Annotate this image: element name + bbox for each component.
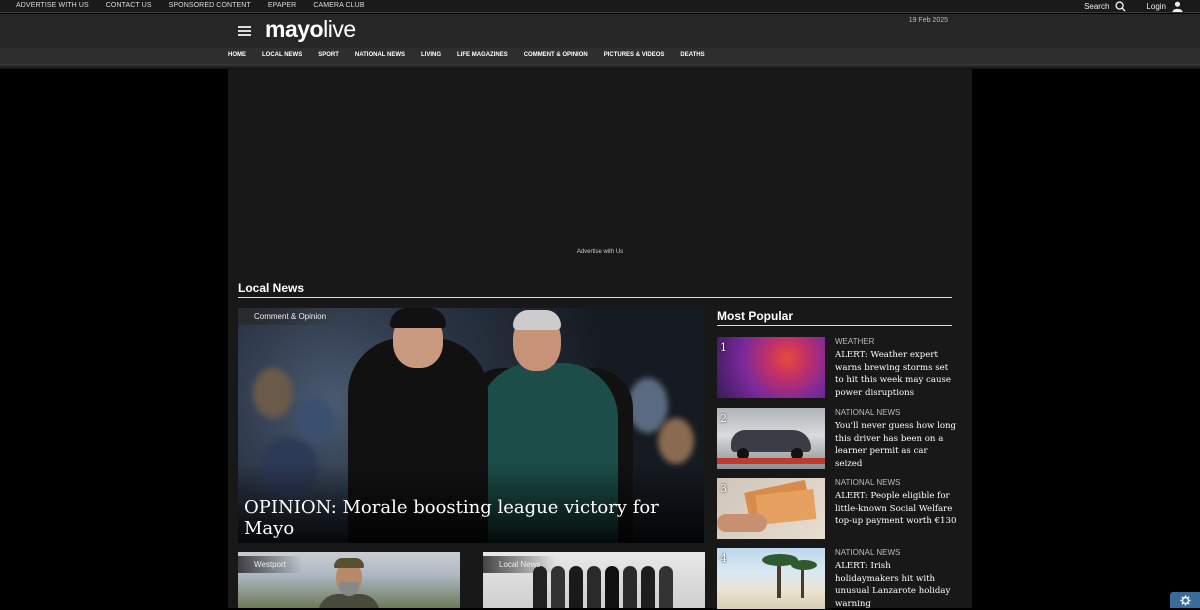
nav-local-news[interactable]: LOCAL NEWS [262, 52, 302, 58]
nav-deaths[interactable]: DEATHS [680, 52, 704, 58]
popular-headline[interactable]: You'll never guess how long this driver … [835, 420, 957, 470]
most-popular-heading: Most Popular [717, 309, 952, 326]
main-navigation: HOME LOCAL NEWS SPORT NATIONAL NEWS LIVI… [0, 48, 1200, 64]
popular-headline[interactable]: ALERT: Irish holidaymakers hit with unus… [835, 560, 957, 610]
utility-links: ADVERTISE WITH US CONTACT US SPONSORED C… [16, 2, 382, 9]
popular-item[interactable]: 4 NATIONAL NEWS ALERT: Irish holidaymake… [717, 548, 957, 610]
nav-pictures-videos[interactable]: PICTURES & VIDEOS [604, 52, 665, 58]
article-card-westport[interactable]: Westport [238, 552, 460, 608]
nav-sport[interactable]: SPORT [318, 52, 339, 58]
nav-comment-opinion[interactable]: COMMENT & OPINION [524, 52, 588, 58]
card-category-tag[interactable]: Westport [238, 556, 302, 573]
popular-thumbnail-car[interactable]: 2 [717, 408, 825, 469]
popular-thumbnail-weather-map[interactable]: 1 [717, 337, 825, 398]
popular-thumbnail-banknotes[interactable]: 3 [717, 478, 825, 539]
article-card-local-news[interactable]: Local News [483, 552, 705, 608]
popular-item[interactable]: 1 WEATHER ALERT: Weather expert warns br… [717, 337, 957, 399]
logo-bold-text: mayo [265, 16, 323, 42]
site-header: mayolive 19 Feb 2025 [0, 14, 1200, 48]
sponsored-content-link[interactable]: SPONSORED CONTENT [169, 2, 251, 9]
nav-national-news[interactable]: NATIONAL NEWS [355, 52, 405, 58]
advertise-link[interactable]: ADVERTISE WITH US [16, 2, 89, 9]
popular-headline[interactable]: ALERT: People eligible for little-known … [835, 490, 957, 528]
popular-thumbnail-beach[interactable]: 4 [717, 548, 825, 609]
contact-link[interactable]: CONTACT US [106, 2, 152, 9]
popular-rank: 4 [720, 552, 727, 565]
header-date: 19 Feb 2025 [909, 17, 948, 24]
epaper-link[interactable]: EPAPER [268, 2, 296, 9]
nav-living[interactable]: LIVING [421, 52, 441, 58]
card-category-tag[interactable]: Local News [483, 556, 556, 573]
popular-rank: 1 [720, 341, 727, 354]
popular-category[interactable]: WEATHER [835, 337, 957, 346]
login-label[interactable]: Login [1146, 2, 1166, 11]
logo-light-text: live [323, 16, 356, 42]
popular-category[interactable]: NATIONAL NEWS [835, 548, 957, 557]
nav-home[interactable]: HOME [228, 52, 246, 58]
search-icon[interactable] [1115, 1, 1126, 12]
settings-gear-icon[interactable] [1170, 592, 1200, 608]
top-utility-bar: ADVERTISE WITH US CONTACT US SPONSORED C… [0, 0, 1200, 13]
popular-item[interactable]: 3 NATIONAL NEWS ALERT: People eligible f… [717, 478, 957, 540]
hero-category-tag[interactable]: Comment & Opinion [238, 308, 342, 325]
local-news-heading[interactable]: Local News [238, 281, 952, 298]
content-column: Advertise with Us Local News Comment & O… [228, 69, 972, 608]
popular-category[interactable]: NATIONAL NEWS [835, 408, 957, 417]
popular-category[interactable]: NATIONAL NEWS [835, 478, 957, 487]
popular-rank: 3 [720, 482, 727, 495]
popular-rank: 2 [720, 412, 727, 425]
advertise-with-us-label[interactable]: Advertise with Us [228, 249, 972, 255]
account-controls: Search Login [1084, 0, 1183, 12]
search-label[interactable]: Search [1084, 2, 1109, 11]
nav-life-magazines[interactable]: LIFE MAGAZINES [457, 52, 508, 58]
popular-item[interactable]: 2 NATIONAL NEWS You'll never guess how l… [717, 408, 957, 470]
camera-club-link[interactable]: CAMERA CLUB [313, 2, 364, 9]
popular-headline[interactable]: ALERT: Weather expert warns brewing stor… [835, 349, 957, 399]
hero-headline[interactable]: OPINION: Morale boosting league victory … [244, 497, 704, 539]
hero-article[interactable]: Comment & Opinion OPINION: Morale boosti… [238, 308, 704, 543]
user-icon[interactable] [1172, 1, 1183, 12]
hamburger-menu-icon[interactable] [238, 26, 251, 36]
site-logo[interactable]: mayolive [265, 16, 356, 43]
